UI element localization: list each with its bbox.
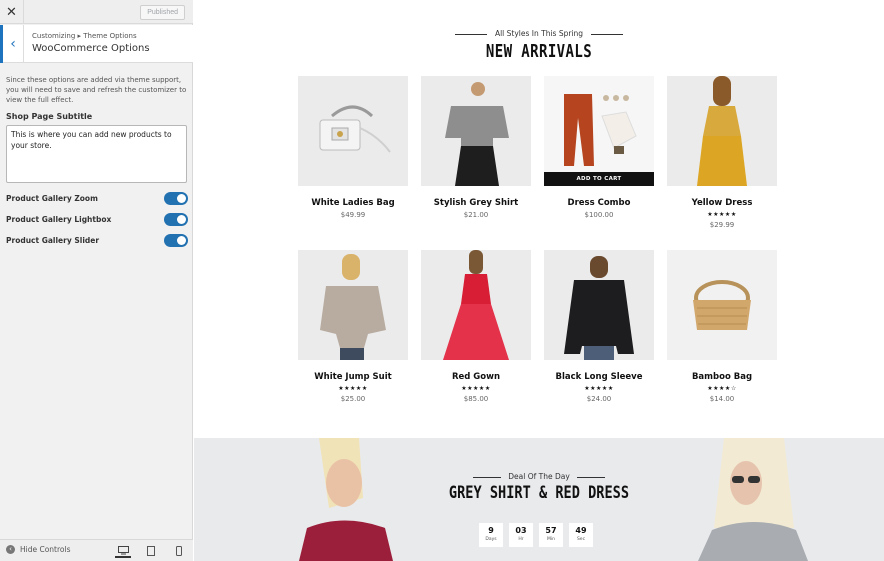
product-image-white-bag[interactable] xyxy=(298,76,408,186)
product-price: $24.00 xyxy=(586,395,612,403)
site-preview: All Styles In This Spring NEW ARRIVALS W… xyxy=(194,0,884,561)
product-image-black-long-sleeve[interactable] xyxy=(544,250,654,360)
product-card[interactable]: Yellow Dress ★★★★★ $29.99 xyxy=(667,76,777,229)
product-card[interactable]: ADD TO CART Dress Combo $100.00 xyxy=(544,76,654,219)
deal-pretitle-text: Deal Of The Day xyxy=(508,472,570,481)
tablet-icon[interactable] xyxy=(143,544,159,558)
customizer-topbar: ✕ Published xyxy=(0,0,193,24)
product-image-white-jumpsuit[interactable] xyxy=(298,250,408,360)
product-card[interactable]: White Ladies Bag $49.99 xyxy=(298,76,408,219)
product-price: $29.99 xyxy=(709,221,735,229)
star-rating: ★★★★★ xyxy=(338,385,368,392)
product-price: $25.00 xyxy=(340,395,366,403)
back-arrow-icon[interactable]: ‹ xyxy=(0,25,24,63)
toggle-label: Product Gallery Slider xyxy=(6,236,100,245)
breadcrumb: Customizing ▸ Theme Options xyxy=(32,32,137,40)
countdown-unit: Sec xyxy=(576,537,586,542)
product-name[interactable]: Dress Combo xyxy=(544,198,654,208)
deal-title: GREY SHIRT & RED DRESS xyxy=(448,483,630,503)
hide-controls-button[interactable]: ‹ Hide Controls xyxy=(6,545,71,554)
toggle-row-gallery-slider: Product Gallery Slider xyxy=(6,234,188,248)
countdown-days: 9 Days xyxy=(479,523,503,547)
deal-pretitle: Deal Of The Day xyxy=(194,472,884,481)
product-name[interactable]: Red Gown xyxy=(421,372,531,382)
switch-knob xyxy=(177,236,186,245)
star-rating: ★★★★★ xyxy=(461,385,491,392)
countdown-value: 57 xyxy=(545,526,557,535)
countdown-value: 9 xyxy=(488,526,494,535)
device-switcher xyxy=(115,544,187,558)
shop-subtitle-textarea[interactable]: This is where you can add new products t… xyxy=(6,125,187,183)
toggle-row-gallery-zoom: Product Gallery Zoom xyxy=(6,192,188,206)
theme-support-notice: Since these options are added via theme … xyxy=(6,76,187,104)
product-name[interactable]: Black Long Sleeve xyxy=(544,372,654,382)
product-price: $49.99 xyxy=(340,211,366,219)
customizer-screen: ✕ Published ‹ Customizing ▸ Theme Option… xyxy=(0,0,884,561)
customizer-footer: ‹ Hide Controls xyxy=(0,539,193,561)
star-rating: ★★★★☆ xyxy=(707,385,737,392)
section-title: WooCommerce Options xyxy=(32,43,150,54)
product-card[interactable]: White Jump Suit ★★★★★ $25.00 xyxy=(298,250,408,403)
switch-knob xyxy=(177,215,186,224)
gallery-zoom-switch[interactable] xyxy=(164,192,188,205)
product-card[interactable]: Bamboo Bag ★★★★☆ $14.00 xyxy=(667,250,777,403)
countdown-value: 03 xyxy=(515,526,527,535)
countdown-value: 49 xyxy=(575,526,587,535)
countdown-unit: Hr xyxy=(518,537,524,542)
product-image-bamboo-bag[interactable] xyxy=(667,250,777,360)
switch-knob xyxy=(177,194,186,203)
deal-of-the-day-section: Deal Of The Day GREY SHIRT & RED DRESS 9… xyxy=(194,438,884,561)
gallery-lightbox-switch[interactable] xyxy=(164,213,188,226)
shop-subtitle-label: Shop Page Subtitle xyxy=(6,112,93,121)
product-name[interactable]: White Jump Suit xyxy=(298,372,408,382)
countdown-unit: Days xyxy=(485,537,497,542)
product-card[interactable]: Black Long Sleeve ★★★★★ $24.00 xyxy=(544,250,654,403)
countdown-hours: 03 Hr xyxy=(509,523,533,547)
divider xyxy=(454,33,487,35)
gallery-slider-switch[interactable] xyxy=(164,234,188,247)
product-price: $14.00 xyxy=(709,395,735,403)
product-price: $85.00 xyxy=(463,395,489,403)
product-name[interactable]: Bamboo Bag xyxy=(667,372,777,382)
section-header: ‹ Customizing ▸ Theme Options WooCommerc… xyxy=(0,25,193,63)
new-arrivals-title: NEW ARRIVALS xyxy=(485,41,593,62)
star-rating: ★★★★★ xyxy=(707,211,737,218)
countdown-unit: Min xyxy=(547,537,555,542)
desktop-icon[interactable] xyxy=(115,544,131,558)
product-image-grey-shirt[interactable] xyxy=(421,76,531,186)
countdown-seconds: 49 Sec xyxy=(569,523,593,547)
star-rating: ★★★★★ xyxy=(584,385,614,392)
divider xyxy=(473,476,502,478)
product-name[interactable]: Stylish Grey Shirt xyxy=(421,198,531,208)
product-image-red-gown[interactable] xyxy=(421,250,531,360)
product-image-yellow-dress[interactable] xyxy=(667,76,777,186)
mobile-icon[interactable] xyxy=(171,544,187,558)
divider xyxy=(591,33,624,35)
divider xyxy=(576,476,605,478)
toggle-label: Product Gallery Zoom xyxy=(6,194,98,203)
product-price: $21.00 xyxy=(463,211,489,219)
new-arrivals-pretitle: All Styles In This Spring xyxy=(194,29,884,38)
customizer-sidebar: ✕ Published ‹ Customizing ▸ Theme Option… xyxy=(0,0,193,561)
product-image-dress-combo[interactable]: ADD TO CART xyxy=(544,76,654,186)
close-icon[interactable]: ✕ xyxy=(0,0,24,24)
pretitle-text: All Styles In This Spring xyxy=(494,29,584,38)
toggle-label: Product Gallery Lightbox xyxy=(6,215,112,224)
product-price: $100.00 xyxy=(584,211,614,219)
product-name[interactable]: Yellow Dress xyxy=(667,198,777,208)
countdown-timer: 9 Days 03 Hr 57 Min 49 Sec xyxy=(479,523,593,547)
publish-button[interactable]: Published xyxy=(140,5,185,20)
product-name[interactable]: White Ladies Bag xyxy=(298,198,408,208)
product-card[interactable]: Red Gown ★★★★★ $85.00 xyxy=(421,250,531,403)
add-to-cart-button[interactable]: ADD TO CART xyxy=(544,172,654,186)
toggle-row-gallery-lightbox: Product Gallery Lightbox xyxy=(6,213,188,227)
collapse-icon: ‹ xyxy=(6,545,15,554)
product-card[interactable]: Stylish Grey Shirt $21.00 xyxy=(421,76,531,219)
hide-controls-label: Hide Controls xyxy=(20,545,71,554)
countdown-minutes: 57 Min xyxy=(539,523,563,547)
